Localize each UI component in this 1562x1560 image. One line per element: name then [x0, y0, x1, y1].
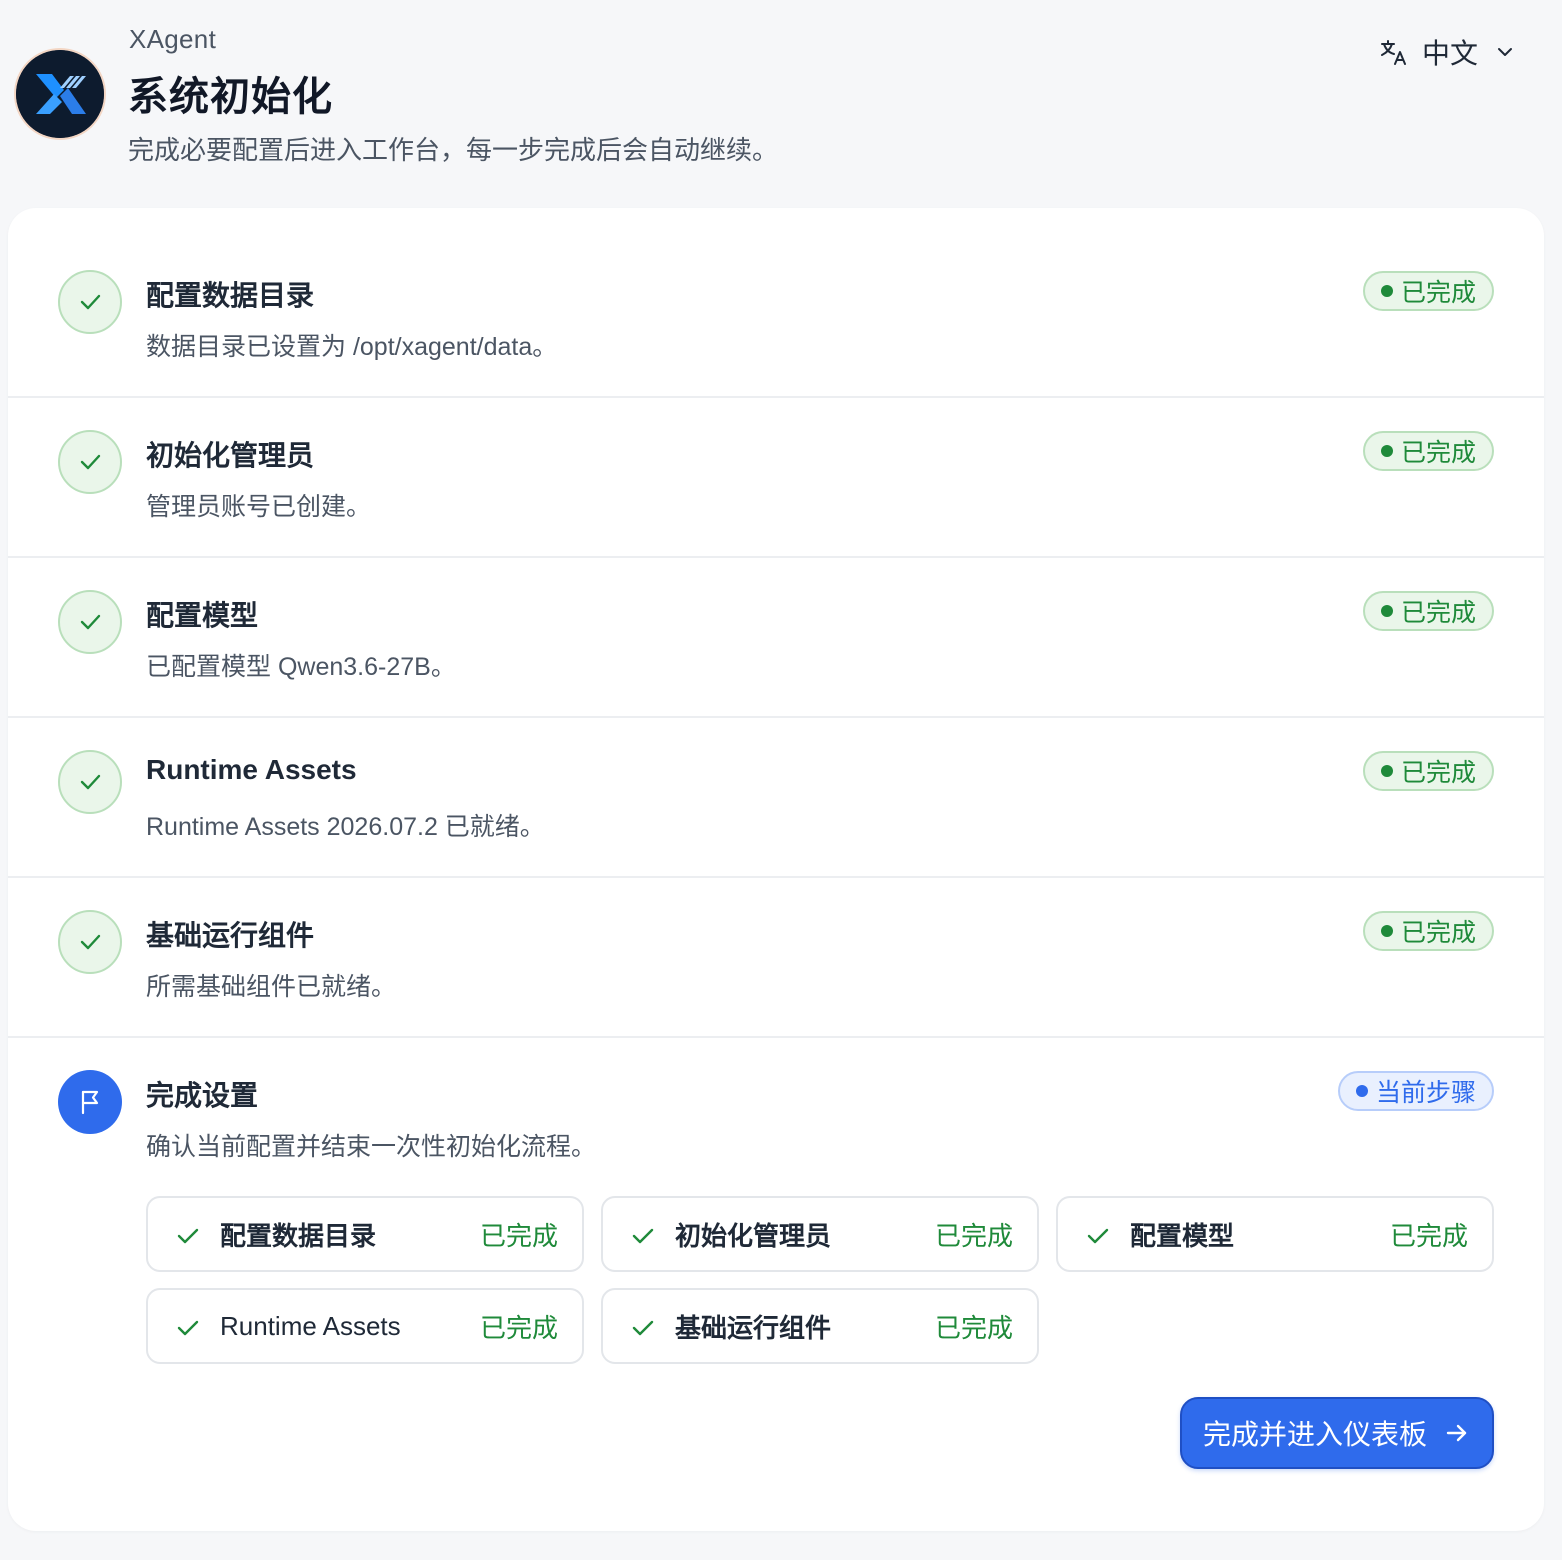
status-badge: 已完成	[1362, 751, 1494, 791]
check-icon	[58, 750, 122, 814]
status-label: 已完成	[1400, 919, 1476, 947]
step-title: Runtime Assets	[146, 754, 357, 785]
step-description: 确认当前配置并结束一次性初始化流程。	[146, 1133, 597, 1161]
page-subtitle: 完成必要配置后进入工作台，每一步完成后会自动继续。	[128, 135, 779, 165]
check-icon	[58, 430, 122, 494]
finish-button-label: 完成并进入仪表板	[1202, 1419, 1427, 1450]
summary-status: 已完成	[479, 1312, 558, 1343]
summary-item: 基础运行组件 已完成	[601, 1288, 1039, 1364]
status-label: 已完成	[1400, 599, 1476, 627]
status-dot	[1380, 285, 1393, 297]
step-init-admin: 初始化管理员 管理员账号已创建。 已完成	[8, 398, 1544, 558]
step-description: 已配置模型 Qwen3.6-27B。	[146, 653, 456, 681]
summary-status: 已完成	[934, 1220, 1013, 1251]
step-title: 初始化管理员	[146, 440, 315, 471]
flag-icon	[58, 1070, 122, 1134]
status-badge: 当前步骤	[1337, 1071, 1494, 1111]
check-icon	[174, 1222, 202, 1250]
status-dot	[1380, 445, 1393, 457]
summary-item: 配置模型 已完成	[1056, 1196, 1494, 1272]
summary-item: 配置数据目录 已完成	[146, 1196, 584, 1272]
step-configure-model: 配置模型 已配置模型 Qwen3.6-27B。 已完成	[8, 558, 1544, 718]
status-dot	[1355, 1085, 1368, 1097]
status-dot	[1380, 765, 1393, 777]
step-runtime-assets: Runtime Assets Runtime Assets 2026.07.2 …	[8, 718, 1544, 878]
summary-label: 配置数据目录	[220, 1220, 377, 1251]
setup-steps-card: 配置数据目录 数据目录已设置为 /opt/xagent/data。 已完成 初始…	[8, 208, 1544, 1531]
arrow-right-icon	[1443, 1419, 1471, 1447]
summary-status: 已完成	[479, 1220, 558, 1251]
language-label: 中文	[1422, 38, 1479, 69]
check-icon	[629, 1314, 657, 1342]
step-title: 基础运行组件	[146, 920, 315, 951]
summary-status: 已完成	[1389, 1220, 1468, 1251]
step-description: 数据目录已设置为 /opt/xagent/data。	[146, 333, 558, 361]
summary-label: 配置模型	[1130, 1220, 1235, 1251]
step-description: 管理员账号已创建。	[146, 493, 372, 521]
step-base-components: 基础运行组件 所需基础组件已就绪。 已完成	[8, 878, 1544, 1038]
check-icon	[174, 1314, 202, 1342]
step-finish-setup: 完成设置 确认当前配置并结束一次性初始化流程。 当前步骤 配置数据目录 已完成 …	[8, 1038, 1544, 1529]
summary-label: 基础运行组件	[675, 1312, 832, 1343]
step-configure-data-dir: 配置数据目录 数据目录已设置为 /opt/xagent/data。 已完成	[8, 208, 1544, 398]
finish-and-enter-dashboard-button[interactable]: 完成并进入仪表板	[1180, 1397, 1494, 1469]
status-badge: 已完成	[1362, 271, 1494, 311]
status-dot	[1380, 925, 1393, 937]
status-badge: 已完成	[1362, 431, 1494, 471]
summary-grid: 配置数据目录 已完成 初始化管理员 已完成 配置模型 已完成 Runtime A…	[146, 1196, 1494, 1364]
chevron-down-icon	[1490, 41, 1516, 63]
app-name: XAgent	[129, 24, 217, 54]
step-description: 所需基础组件已就绪。	[146, 973, 397, 1001]
status-badge: 已完成	[1362, 591, 1494, 631]
step-title: 配置数据目录	[146, 280, 315, 311]
summary-item: 初始化管理员 已完成	[601, 1196, 1039, 1272]
status-label: 已完成	[1400, 439, 1476, 467]
step-title: 配置模型	[146, 600, 259, 631]
check-icon	[58, 590, 122, 654]
status-label: 已完成	[1400, 759, 1476, 787]
status-label: 已完成	[1400, 279, 1476, 307]
page-title: 系统初始化	[128, 75, 333, 119]
status-dot	[1380, 605, 1393, 617]
page-header: XAgent 系统初始化 完成必要配置后进入工作台，每一步完成后会自动继续。 中…	[0, 0, 1562, 200]
xagent-logo-icon	[16, 50, 104, 138]
language-switcher[interactable]: 中文	[1378, 32, 1516, 72]
check-icon	[1084, 1222, 1112, 1250]
status-badge: 已完成	[1362, 911, 1494, 951]
check-icon	[58, 910, 122, 974]
status-label: 当前步骤	[1375, 1079, 1476, 1107]
check-icon	[58, 270, 122, 334]
step-title: 完成设置	[146, 1080, 259, 1111]
summary-label: Runtime Assets	[220, 1310, 401, 1341]
summary-label: 初始化管理员	[675, 1220, 832, 1251]
check-icon	[629, 1222, 657, 1250]
summary-item: Runtime Assets 已完成	[146, 1288, 584, 1364]
summary-status: 已完成	[934, 1312, 1013, 1343]
translate-icon	[1378, 36, 1410, 68]
step-description: Runtime Assets 2026.07.2 已就绪。	[146, 813, 545, 841]
